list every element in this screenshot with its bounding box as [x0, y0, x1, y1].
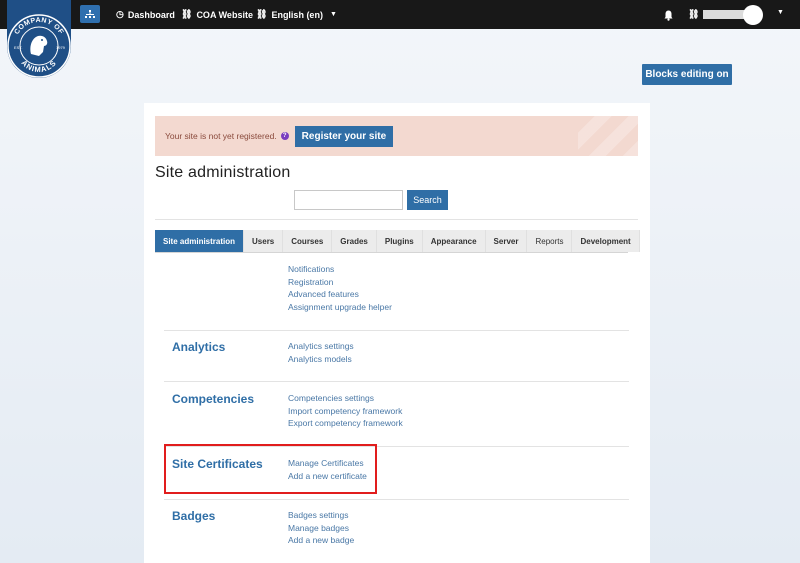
- user-caret-down-icon[interactable]: ▼: [777, 9, 784, 16]
- admin-tabs: Site administration Users Courses Grades…: [155, 230, 640, 252]
- section-divider: [164, 499, 629, 500]
- page-title: Site administration: [155, 164, 291, 181]
- top-navbar: ◷ Dashboard ⛓ COA Website ⛓ English (en)…: [0, 0, 800, 29]
- tab-development[interactable]: Development: [572, 230, 640, 252]
- nav-language-label: English (en): [271, 9, 323, 20]
- register-site-button[interactable]: Register your site: [294, 125, 394, 147]
- analytics-links: Analytics settings Analytics models: [288, 340, 354, 365]
- tab-site-administration[interactable]: Site administration: [155, 230, 245, 252]
- dashboard-icon: ◷: [116, 9, 124, 19]
- tab-users[interactable]: Users: [244, 230, 284, 252]
- search-input[interactable]: [294, 190, 403, 210]
- section-divider: [164, 381, 629, 382]
- company-of-animals-logo[interactable]: COMPANY OF ANIMALS EST. 1979: [5, 0, 73, 86]
- link-manage-badges[interactable]: Manage badges: [288, 522, 354, 535]
- link-competencies-settings[interactable]: Competencies settings: [288, 392, 403, 405]
- nav-coa-website-label: COA Website: [196, 9, 253, 20]
- link-notifications[interactable]: Notifications: [288, 263, 392, 276]
- tab-appearance[interactable]: Appearance: [422, 230, 486, 252]
- link-registration[interactable]: Registration: [288, 276, 392, 289]
- divider: [155, 219, 638, 220]
- nav-dashboard[interactable]: ◷ Dashboard: [116, 0, 175, 29]
- alert-text: Your site is not yet registered.: [165, 131, 277, 141]
- logo-est: EST.: [14, 45, 22, 50]
- tab-server[interactable]: Server: [485, 230, 528, 252]
- help-icon[interactable]: ?: [280, 132, 289, 140]
- link-advanced-features[interactable]: Advanced features: [288, 288, 392, 301]
- section-title-badges: Badges: [172, 509, 216, 523]
- message-icon: ⛓: [688, 9, 700, 19]
- registration-alert: Your site is not yet registered. ? Regis…: [155, 116, 638, 156]
- notifications-bell-icon[interactable]: [664, 8, 673, 26]
- tab-grades[interactable]: Grades: [332, 230, 377, 252]
- link-analytics-settings[interactable]: Analytics settings: [288, 340, 354, 353]
- badges-links: Badges settings Manage badges Add a new …: [288, 509, 354, 547]
- user-menu[interactable]: ⛓: [688, 0, 752, 29]
- tab-plugins[interactable]: Plugins: [376, 230, 423, 252]
- link-analytics-models[interactable]: Analytics models: [288, 353, 354, 366]
- competencies-links: Competencies settings Import competency …: [288, 392, 403, 430]
- section-title-analytics: Analytics: [172, 340, 226, 354]
- search-button[interactable]: Search: [407, 190, 448, 210]
- logo-year: 1979: [56, 45, 66, 50]
- red-highlight-box: [164, 444, 377, 494]
- link-assignment-upgrade-helper[interactable]: Assignment upgrade helper: [288, 301, 392, 314]
- caret-down-icon: ▼: [329, 11, 337, 18]
- link-add-new-badge[interactable]: Add a new badge: [288, 534, 354, 547]
- tab-courses[interactable]: Courses: [283, 230, 333, 252]
- link-export-competency-framework[interactable]: Export competency framework: [288, 417, 403, 430]
- avatar[interactable]: [743, 5, 763, 25]
- site-home-button[interactable]: [80, 5, 100, 23]
- section-title-competencies: Competencies: [172, 392, 255, 406]
- tab-reports[interactable]: Reports: [527, 230, 573, 252]
- general-links: Notifications Registration Advanced feat…: [288, 263, 392, 313]
- alert-decoration: [578, 116, 638, 156]
- link-icon: ⛓: [181, 9, 193, 19]
- language-icon: ⛓: [256, 9, 268, 19]
- nav-coa-website[interactable]: ⛓ COA Website: [181, 0, 253, 29]
- link-badges-settings[interactable]: Badges settings: [288, 509, 354, 522]
- section-divider: [164, 330, 629, 331]
- nav-dashboard-label: Dashboard: [127, 9, 175, 20]
- link-import-competency-framework[interactable]: Import competency framework: [288, 405, 403, 418]
- blocks-editing-on-button[interactable]: Blocks editing on: [642, 64, 732, 85]
- sitemap-icon: [85, 9, 95, 18]
- nav-language-menu[interactable]: ⛓ English (en) ▼: [256, 0, 337, 29]
- tabs-underline: [155, 252, 628, 253]
